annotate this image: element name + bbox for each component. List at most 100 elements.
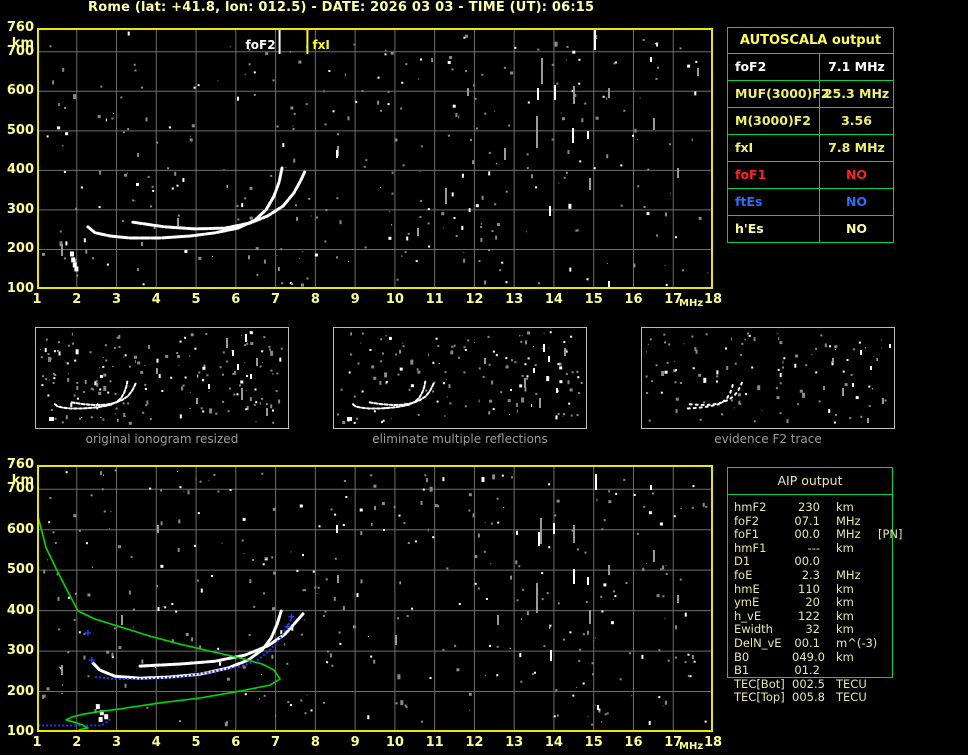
aip-param-value: 32 (805, 622, 820, 637)
x-tick-label: 12 (465, 735, 484, 750)
aip-param-name: hmE (734, 581, 760, 596)
aip-param-unit: TECU (836, 676, 867, 691)
aip-row: foF2 07.1 MHz (734, 513, 964, 529)
aip-param-name: h_vE (734, 608, 762, 623)
aip-param-name: ymE (734, 595, 760, 610)
y-tick-label: 400 (6, 602, 34, 618)
aip-param-value: 00.0 (794, 554, 820, 569)
panel-eliminate-reflections (333, 327, 587, 429)
x-tick-label: 5 (191, 292, 201, 307)
aip-row: D1 00.0 (734, 555, 964, 569)
autoscala-row: fxI 7.8 MHz (728, 135, 893, 162)
autoscala-row-label: fxI (728, 135, 820, 161)
x-tick-label: 13 (505, 735, 524, 750)
aip-row: TEC[Top] 005.8 TECU (734, 691, 964, 705)
station-date-title: Rome (lat: +41.8, lon: 012.5) - DATE: 20… (88, 0, 595, 15)
y-axis-unit-label: km (11, 36, 34, 51)
panel-plot-svg (337, 331, 583, 424)
x-tick-label: 14 (544, 292, 563, 307)
aip-param-value: 2.3 (801, 567, 820, 582)
y-tick-label: 600 (6, 83, 34, 99)
aip-row: hmE 110 km (734, 581, 964, 597)
aip-param-value: 20 (805, 595, 820, 610)
aip-param-unit: MHz (836, 513, 861, 528)
autoscala-row-value: NO (845, 221, 868, 236)
aip-row: B1 01.2 (734, 664, 964, 678)
aip-param-value: 005.8 (792, 690, 825, 705)
y-tick-label: 600 (6, 521, 34, 537)
autoscala-row-value: NO (845, 194, 868, 209)
ionogram-plot-svg (37, 465, 719, 733)
x-axis-unit-label: MHz (679, 741, 704, 752)
aip-param-name: DelN_vE (734, 635, 782, 650)
panel-evidence-f2-trace (641, 327, 895, 429)
panel-caption: original ionogram resized (85, 432, 239, 446)
aip-param-value: --- (807, 540, 820, 555)
y-tick-label: 760 (6, 457, 34, 472)
aip-param-value: 07.1 (794, 513, 820, 528)
y-tick-label: 100 (6, 281, 34, 296)
aip-table-header: AIP output (728, 468, 892, 495)
aip-row: Ewidth 32 km (734, 623, 964, 637)
x-tick-label: 5 (191, 735, 201, 750)
autoscala-row: M(3000)F2 3.56 (728, 108, 893, 135)
aip-param-unit (836, 555, 876, 569)
x-tick-label: 18 (703, 735, 723, 750)
aip-param-unit (836, 664, 876, 678)
marker-label-fxi: fxI (312, 38, 330, 52)
aip-param-unit: km (836, 649, 854, 664)
y-axis-unit-label: km (11, 473, 34, 488)
aip-param-name: foF1 (734, 527, 760, 542)
x-tick-label: 11 (425, 735, 444, 750)
aip-param-unit: km (836, 540, 854, 555)
aip-param-unit: km (836, 500, 854, 514)
aip-param-name: TEC[Bot] (734, 676, 785, 691)
autoscala-row-value: 7.8 MHz (828, 140, 885, 155)
autoscala-row-value: 25.3 MHz (823, 86, 890, 101)
autoscala-row-label: h'Es (728, 216, 820, 242)
aip-param-value: 00.1 (794, 635, 820, 650)
x-tick-label: 4 (151, 735, 161, 750)
panel-plot-svg (645, 332, 891, 424)
aip-row: TEC[Bot] 002.5 TECU (734, 676, 964, 692)
autoscala-row: foF1 NO (728, 162, 893, 189)
autoscala-table-rows: foF2 7.1 MHz MUF(3000)F2 25.3 MHz M(3000)F2 3… (728, 54, 893, 242)
aip-param-value: 122 (798, 608, 820, 623)
y-tick-label: 300 (6, 643, 34, 659)
x-tick-label: 8 (310, 292, 320, 307)
aip-row: ymE 20 km (734, 596, 964, 610)
x-tick-label: 11 (425, 292, 444, 307)
aip-table-rows: hmF2 230 km foF2 07.1 MHz foF1 00.0 MHz [PN] hmF1 -… (734, 500, 964, 705)
aip-param-unit: MHz (836, 567, 861, 582)
y-tick-label: 300 (6, 201, 34, 217)
y-tick-label: 760 (6, 20, 34, 35)
y-tick-label: 200 (6, 683, 34, 699)
x-tick-label: 2 (72, 292, 82, 307)
ionogram-page: Rome (lat: +41.8, lon: 012.5) - DATE: 20… (0, 0, 968, 755)
autoscala-row-value: NO (845, 167, 868, 182)
x-tick-label: 10 (385, 735, 404, 750)
panel-plot-svg (39, 331, 283, 425)
aip-param-name: B1 (734, 663, 750, 678)
aip-row: foF1 00.0 MHz [PN] (734, 528, 964, 542)
aip-param-unit: km (836, 608, 854, 623)
x-tick-label: 4 (151, 292, 161, 307)
autoscala-row-label: MUF(3000)F2 (728, 81, 830, 107)
panel-caption: evidence F2 trace (714, 432, 822, 446)
aip-row: hmF1 --- km (734, 540, 964, 556)
x-tick-label: 12 (465, 292, 484, 307)
aip-param-value: 110 (798, 581, 820, 596)
autoscala-row: foF2 7.1 MHz (728, 54, 893, 81)
x-tick-label: 8 (310, 735, 320, 750)
aip-param-name: D1 (734, 554, 751, 569)
autoscala-row-label: foF1 (728, 162, 820, 188)
y-tick-label: 500 (6, 562, 34, 578)
aip-param-name: TEC[Top] (734, 690, 785, 705)
y-tick-label: 500 (6, 122, 34, 138)
x-tick-label: 15 (584, 292, 603, 307)
x-tick-label: 7 (271, 735, 281, 750)
x-tick-label: 6 (231, 735, 241, 750)
aip-param-note: [PN] (878, 527, 903, 542)
bottom-ionogram-chart (37, 465, 719, 733)
x-axis-unit-label: MHz (679, 298, 704, 309)
